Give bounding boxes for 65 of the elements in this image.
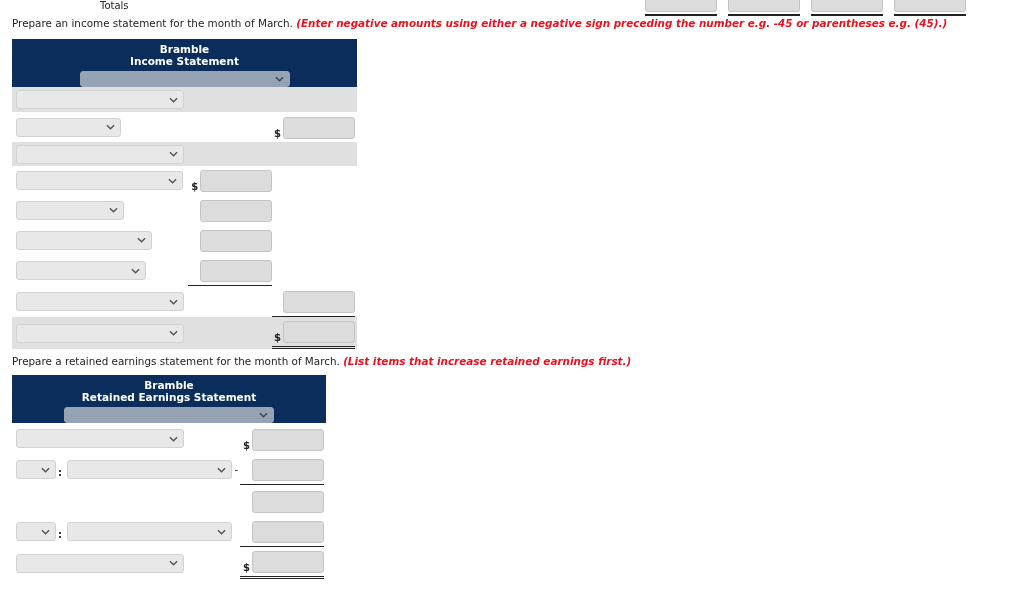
instruction-text: Prepare a retained earnings statement for the month of March. (List items that increase retained earnings first.) (12, 355, 633, 369)
caret-icon (41, 466, 50, 473)
caret-icon (169, 560, 178, 566)
amount-field[interactable] (200, 230, 273, 252)
dollar-sign: $ (274, 128, 281, 139)
input-field[interactable] (894, 0, 966, 12)
instruction-text: Prepare an income statement for the month of March. (Enter negative amounts using either a negative sign preceding the number e.g. -45 or parentheses e.g. (45).) (12, 17, 949, 31)
caret-icon (169, 330, 178, 336)
account-dropdown[interactable] (16, 171, 183, 190)
account-dropdown[interactable] (67, 460, 232, 479)
caret-icon (259, 412, 268, 418)
company-name: Bramble (144, 379, 194, 391)
input-field[interactable] (811, 0, 883, 12)
company-name: Bramble (159, 43, 210, 55)
dollar-sign: $ (243, 562, 250, 573)
account-dropdown[interactable] (16, 90, 184, 109)
account-dropdown[interactable] (16, 292, 184, 311)
account-dropdown[interactable] (16, 230, 152, 250)
caret-icon (217, 528, 226, 535)
date-dropdown[interactable] (64, 407, 274, 423)
caret-icon (168, 177, 177, 184)
amount-field[interactable] (283, 321, 355, 343)
caret-icon (131, 267, 140, 274)
caret-icon (274, 76, 284, 82)
caret-icon (169, 435, 178, 442)
minus-sign: - (234, 464, 238, 475)
dollar-sign: $ (274, 332, 281, 343)
amount-field[interactable] (283, 117, 355, 139)
colon-separator: : (58, 528, 62, 540)
colon-separator: : (58, 466, 62, 478)
account-dropdown[interactable] (16, 200, 124, 220)
amount-field[interactable] (283, 291, 355, 313)
date-dropdown[interactable] (79, 71, 290, 87)
caret-icon (41, 528, 50, 535)
statement-title: Income Statement (130, 55, 239, 67)
amount-field[interactable] (200, 170, 273, 192)
amount-field[interactable] (252, 521, 324, 543)
account-dropdown[interactable] (16, 323, 184, 343)
caret-icon (217, 466, 226, 473)
totals-label: Totals (100, 0, 129, 12)
dollar-sign: $ (243, 440, 250, 451)
account-dropdown[interactable] (16, 429, 184, 448)
caret-icon (106, 124, 115, 130)
statement-title: Retained Earnings Statement (81, 391, 257, 403)
caret-icon (169, 151, 178, 157)
input-field[interactable] (645, 0, 717, 12)
amount-field[interactable] (252, 429, 324, 451)
account-dropdown[interactable] (16, 261, 146, 280)
caret-icon (169, 298, 178, 305)
account-dropdown[interactable] (16, 117, 121, 137)
caret-icon (137, 237, 146, 243)
dollar-sign: $ (191, 181, 199, 192)
sign-dropdown[interactable] (16, 460, 56, 479)
caret-icon (109, 207, 118, 213)
amount-field[interactable] (252, 459, 324, 481)
input-field[interactable] (728, 0, 800, 12)
account-dropdown[interactable] (16, 553, 184, 573)
account-dropdown[interactable] (67, 522, 232, 541)
account-dropdown[interactable] (16, 144, 184, 164)
amount-field[interactable] (200, 200, 273, 222)
amount-field[interactable] (252, 551, 324, 573)
amount-field[interactable] (252, 491, 324, 513)
sign-dropdown[interactable] (16, 522, 56, 541)
caret-icon (169, 96, 178, 103)
amount-field[interactable] (200, 260, 273, 282)
